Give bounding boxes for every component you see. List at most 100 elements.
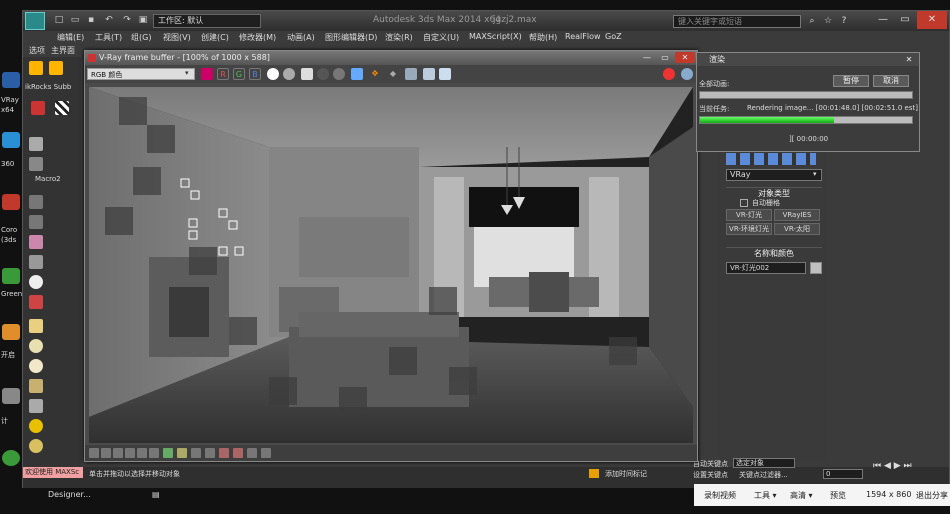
vfb-maximize-button[interactable]: ▭ [657,52,673,63]
vfb-close-button[interactable]: ✕ [675,52,695,63]
taskbar-item[interactable]: Designer... [48,490,91,499]
menu-customize[interactable]: 自定义(U) [423,32,459,43]
material-icon[interactable] [31,101,45,115]
desktop-icon-vray[interactable] [2,72,20,88]
sun-icon[interactable] [29,419,43,433]
menu-help[interactable]: 帮助(H) [529,32,557,43]
selection-dropdown[interactable]: 选定对象 [733,458,795,468]
alpha-white-icon[interactable] [267,68,279,80]
tool-icon[interactable] [29,235,43,249]
tab-options[interactable]: 选项 [29,45,45,56]
menu-rendering[interactable]: 渲染(R) [385,32,413,43]
minimize-button[interactable]: — [873,11,893,29]
object-name-field[interactable]: VR-灯光002 [726,262,806,274]
desktop-icon-computer[interactable] [2,388,20,404]
exit-share-button[interactable]: 退出分享 [916,490,948,501]
desktop-icon-corona[interactable] [2,194,20,210]
lens-effects-icon[interactable] [439,68,451,80]
correction-icon[interactable] [191,448,201,458]
track-mouse-icon[interactable] [351,68,363,80]
chevron-down-icon[interactable]: ▾ [185,69,189,77]
tool-icon[interactable] [29,215,43,229]
correction-icon[interactable] [113,448,123,458]
correction-icon[interactable] [261,448,271,458]
menu-group[interactable]: 组(G) [131,32,151,43]
cancel-button[interactable]: 取消 [873,75,909,87]
correction-icon[interactable] [125,448,135,458]
link-vfb-icon[interactable] [405,68,417,80]
maxscript-listener[interactable]: 欢迎使用 MAXSc [23,467,83,478]
follow-mouse-icon[interactable]: ◆ [387,68,399,80]
add-time-tag[interactable]: 添加时间标记 [605,469,647,479]
pause-button[interactable]: 暂停 [833,75,869,87]
plane-icon[interactable] [29,319,43,333]
undo-icon[interactable]: ↶ [103,15,115,26]
render-last-icon[interactable] [681,68,693,80]
menu-create[interactable]: 创建(C) [201,32,229,43]
monochrome-icon[interactable] [283,68,295,80]
light-icon[interactable] [29,275,43,289]
frame-field[interactable]: 0 [823,469,863,479]
teapot-icon[interactable] [29,137,43,151]
cloud-icon[interactable] [29,339,43,353]
close-button[interactable]: ✕ [917,11,947,29]
correction-icon[interactable] [177,448,187,458]
search-icon[interactable]: ⌕ [805,14,819,28]
record-video-button[interactable]: 录制视频 [704,490,736,501]
help-icon[interactable]: ? [837,14,851,28]
correction-icon[interactable] [149,448,159,458]
vfb-minimize-button[interactable]: — [639,52,655,63]
tools-menu[interactable]: 工具 ▾ [754,490,777,501]
teapot-icon[interactable] [29,379,43,393]
vrayies-button[interactable]: VRayIES [774,209,820,221]
color-swatch[interactable] [810,262,822,274]
channel-select[interactable]: RGB 颜色 [87,68,195,80]
link-icon[interactable] [29,61,43,75]
color-palette-icon[interactable] [201,68,213,80]
category-dropdown[interactable]: VRay [726,169,822,181]
save-file-icon[interactable]: ▪ [85,15,97,26]
correction-icon[interactable] [205,448,215,458]
correction-icon[interactable] [163,448,173,458]
speaker-icon[interactable] [29,255,43,269]
desktop-icon-globe[interactable] [2,450,20,466]
desktop-icon-green[interactable] [2,268,20,284]
tool-icon[interactable] [29,195,43,209]
tab-main-ui[interactable]: 主界面 [51,45,75,56]
menu-tools[interactable]: 工具(T) [95,32,122,43]
quality-menu[interactable]: 高清 ▾ [790,490,813,501]
menu-modifiers[interactable]: 修改器(M) [239,32,276,43]
render-icon[interactable] [29,157,43,171]
desktop-icon-360[interactable] [2,132,20,148]
sphere-icon[interactable] [29,439,43,453]
menu-views[interactable]: 视图(V) [163,32,191,43]
redo-icon[interactable]: ↷ [121,15,133,26]
menu-maxscript[interactable]: MAXScript(X) [469,32,522,41]
max-logo-icon[interactable] [25,12,45,30]
search-input[interactable]: 键入关键字或短语 [673,15,801,28]
menu-realflow[interactable]: RealFlow [565,32,601,41]
open-file-icon[interactable]: ▭ [69,15,81,26]
correction-icon[interactable] [101,448,111,458]
sphere-icon[interactable] [29,359,43,373]
blue-channel-button[interactable]: B [249,68,261,80]
create-category-icons[interactable] [726,153,816,165]
unlink-icon[interactable] [49,61,63,75]
vr-ambient-light-button[interactable]: VR-环境灯光 [726,223,772,235]
key-filters-button[interactable]: 关键点过滤器... [739,470,788,480]
checker-icon[interactable] [55,101,69,115]
set-key-label[interactable]: 设置关键点 [693,470,728,480]
correction-icon[interactable] [247,448,257,458]
auto-key-label[interactable]: 自动关键点 [693,459,728,469]
correction-icon[interactable] [137,448,147,458]
history-icon[interactable] [423,68,435,80]
vr-light-button[interactable]: VR-灯光 [726,209,772,221]
menu-edit[interactable]: 编辑(E) [57,32,84,43]
time-tag-icon[interactable] [589,469,599,478]
playback-controls-icon[interactable]: ⏮ ◀ ▶ ⏭ [873,461,912,471]
menu-animation[interactable]: 动画(A) [287,32,315,43]
maximize-button[interactable]: ▭ [895,11,915,29]
new-file-icon[interactable]: □ [53,15,65,26]
menu-graph-editors[interactable]: 图形编辑器(D) [325,32,377,43]
green-channel-button[interactable]: G [233,68,245,80]
